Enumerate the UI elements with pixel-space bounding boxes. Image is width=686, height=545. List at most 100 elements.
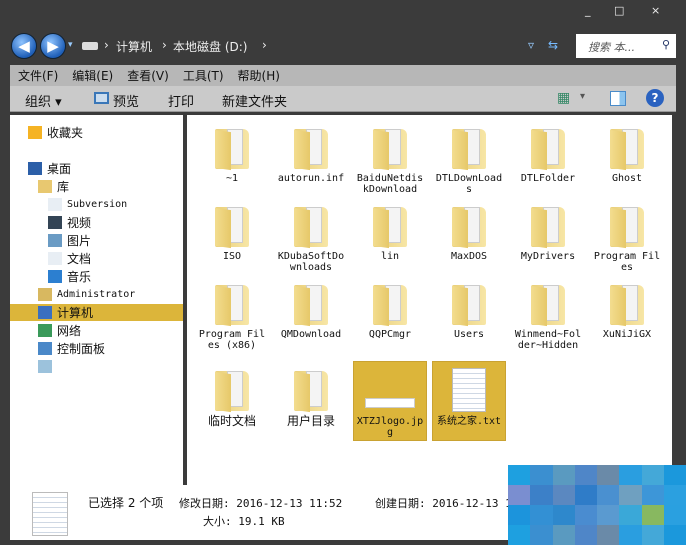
- breadcrumb-separator: ›: [262, 38, 267, 52]
- folder-item[interactable]: lin: [353, 197, 427, 277]
- folder-item[interactable]: QQPCmgr: [353, 275, 427, 355]
- folder-item[interactable]: Program Files: [590, 197, 664, 277]
- sidebar-item-2[interactable]: 库: [38, 178, 69, 195]
- mosaic-tile: [663, 465, 686, 485]
- sidebar-item-9[interactable]: 计算机: [10, 304, 183, 321]
- folder-item[interactable]: Winmend~Folder~Hidden: [511, 275, 585, 355]
- toolbar: 组织 ▾ 预览 打印 新建文件夹 ▦ ▾ ?: [10, 86, 676, 112]
- forward-button[interactable]: ▶: [40, 33, 66, 59]
- search-input[interactable]: 搜索 本... ⚲: [576, 34, 676, 58]
- file-name: autorun.inf: [277, 173, 345, 184]
- desktop-icon: [28, 162, 42, 175]
- folder-item[interactable]: QMDownload: [274, 275, 348, 355]
- mosaic-tile: [508, 505, 531, 525]
- folder-item[interactable]: MyDrivers: [511, 197, 585, 277]
- breadcrumb-drive[interactable]: 本地磁盘 (D:): [173, 38, 247, 55]
- sidebar-item-label: 视频: [67, 216, 92, 230]
- file-name: Ghost: [611, 173, 643, 184]
- file-name: Program Files (x86): [198, 329, 266, 351]
- minimize-button[interactable]: _: [585, 4, 591, 17]
- folder-icon: [215, 367, 249, 413]
- sidebar-item-0[interactable]: 收藏夹: [28, 124, 83, 141]
- mosaic-tile: [619, 505, 642, 525]
- folder-icon: [294, 203, 328, 249]
- folder-item[interactable]: DTLDownLoads: [432, 119, 506, 199]
- menu-view[interactable]: 查看(V): [127, 67, 169, 86]
- sidebar-item-6[interactable]: 文档: [48, 250, 91, 267]
- address-dropdown[interactable]: ▿: [528, 38, 534, 52]
- control-panel-icon: [38, 342, 52, 355]
- file-name: KDubaSoftDownloads: [277, 251, 345, 273]
- folder-item[interactable]: DTLFolder: [511, 119, 585, 199]
- view-dropdown[interactable]: ▾: [580, 91, 585, 102]
- sidebar-item-7[interactable]: 音乐: [48, 268, 91, 285]
- menu-tools[interactable]: 工具(T): [183, 67, 224, 86]
- file-item[interactable]: XTZJlogo.jpg: [353, 361, 427, 441]
- folder-item[interactable]: XuNiJiGX: [590, 275, 664, 355]
- folder-icon: [373, 281, 407, 327]
- organize-button[interactable]: 组织 ▾: [25, 91, 62, 110]
- mosaic-tile: [641, 465, 664, 485]
- history-dropdown[interactable]: ▾: [68, 40, 73, 50]
- folder-icon: [373, 203, 407, 249]
- file-name: XTZJlogo.jpg: [356, 416, 424, 438]
- file-name: MaxDOS: [450, 251, 488, 262]
- folder-item[interactable]: Ghost: [590, 119, 664, 199]
- sidebar-item-1[interactable]: 桌面: [28, 160, 71, 177]
- view-options-icon[interactable]: ▦: [557, 90, 570, 106]
- folder-item[interactable]: KDubaSoftDownloads: [274, 197, 348, 277]
- help-icon[interactable]: ?: [646, 89, 664, 107]
- menu-edit[interactable]: 编辑(E): [72, 67, 113, 86]
- folder-icon: [531, 125, 565, 171]
- folder-item[interactable]: ISO: [195, 197, 269, 277]
- preview-button[interactable]: 预览: [113, 91, 139, 110]
- mosaic-tile: [597, 485, 620, 505]
- sidebar-item-label: 控制面板: [57, 342, 106, 356]
- back-button[interactable]: ◀: [11, 33, 37, 59]
- new-folder-button[interactable]: 新建文件夹: [222, 91, 287, 110]
- sidebar-item-4[interactable]: 视频: [48, 214, 91, 231]
- sidebar-item-10[interactable]: 网络: [38, 322, 81, 339]
- file-name: ISO: [222, 251, 242, 262]
- mosaic-tile: [574, 465, 597, 485]
- library-icon: [38, 180, 52, 193]
- network-icon: [38, 324, 52, 337]
- folder-icon: [215, 125, 249, 171]
- file-item[interactable]: 系统之家.txt: [432, 361, 506, 441]
- mosaic-tile: [552, 505, 575, 525]
- close-button[interactable]: ×: [651, 4, 660, 17]
- folder-item[interactable]: ~1: [195, 119, 269, 199]
- folder-item[interactable]: Program Files (x86): [195, 275, 269, 355]
- sidebar-item-11[interactable]: 控制面板: [38, 340, 105, 357]
- star-icon: [28, 126, 42, 139]
- mosaic-tile: [530, 485, 553, 505]
- sidebar-item-5[interactable]: 图片: [48, 232, 91, 249]
- sidebar-item-8[interactable]: Administrator: [38, 286, 135, 303]
- sidebar-item-12[interactable]: [38, 358, 57, 375]
- search-icon[interactable]: ⚲: [662, 38, 670, 51]
- maximize-button[interactable]: □: [614, 4, 624, 17]
- preview-pane-icon[interactable]: [610, 91, 626, 106]
- mosaic-tile: [530, 525, 553, 545]
- refresh-icon[interactable]: ⇆: [548, 38, 558, 52]
- folder-item[interactable]: Users: [432, 275, 506, 355]
- file-name: Users: [453, 329, 485, 340]
- folder-item[interactable]: 临时文档: [195, 361, 269, 441]
- print-button[interactable]: 打印: [168, 91, 194, 110]
- file-name: MyDrivers: [520, 251, 576, 262]
- mosaic-tile: [663, 485, 686, 505]
- navigation-pane: 收藏夹桌面库 Subversion 视频图片 文档 音乐 Administrator 计算机…: [10, 115, 183, 485]
- folder-icon: [452, 203, 486, 249]
- menu-help[interactable]: 帮助(H): [238, 67, 280, 86]
- breadcrumb-separator: ›: [104, 38, 109, 52]
- folder-item[interactable]: MaxDOS: [432, 197, 506, 277]
- folder-item[interactable]: autorun.inf: [274, 119, 348, 199]
- sidebar-item-3[interactable]: Subversion: [48, 196, 127, 213]
- sidebar-item-label: 桌面: [47, 162, 72, 176]
- folder-item[interactable]: 用户目录: [274, 361, 348, 441]
- breadcrumb-computer[interactable]: 计算机: [116, 38, 152, 55]
- file-name: ~1: [225, 173, 239, 184]
- folder-item[interactable]: BaiduNetdiskDownload: [353, 119, 427, 199]
- menu-file[interactable]: 文件(F): [18, 67, 58, 86]
- mosaic-tile: [508, 525, 531, 545]
